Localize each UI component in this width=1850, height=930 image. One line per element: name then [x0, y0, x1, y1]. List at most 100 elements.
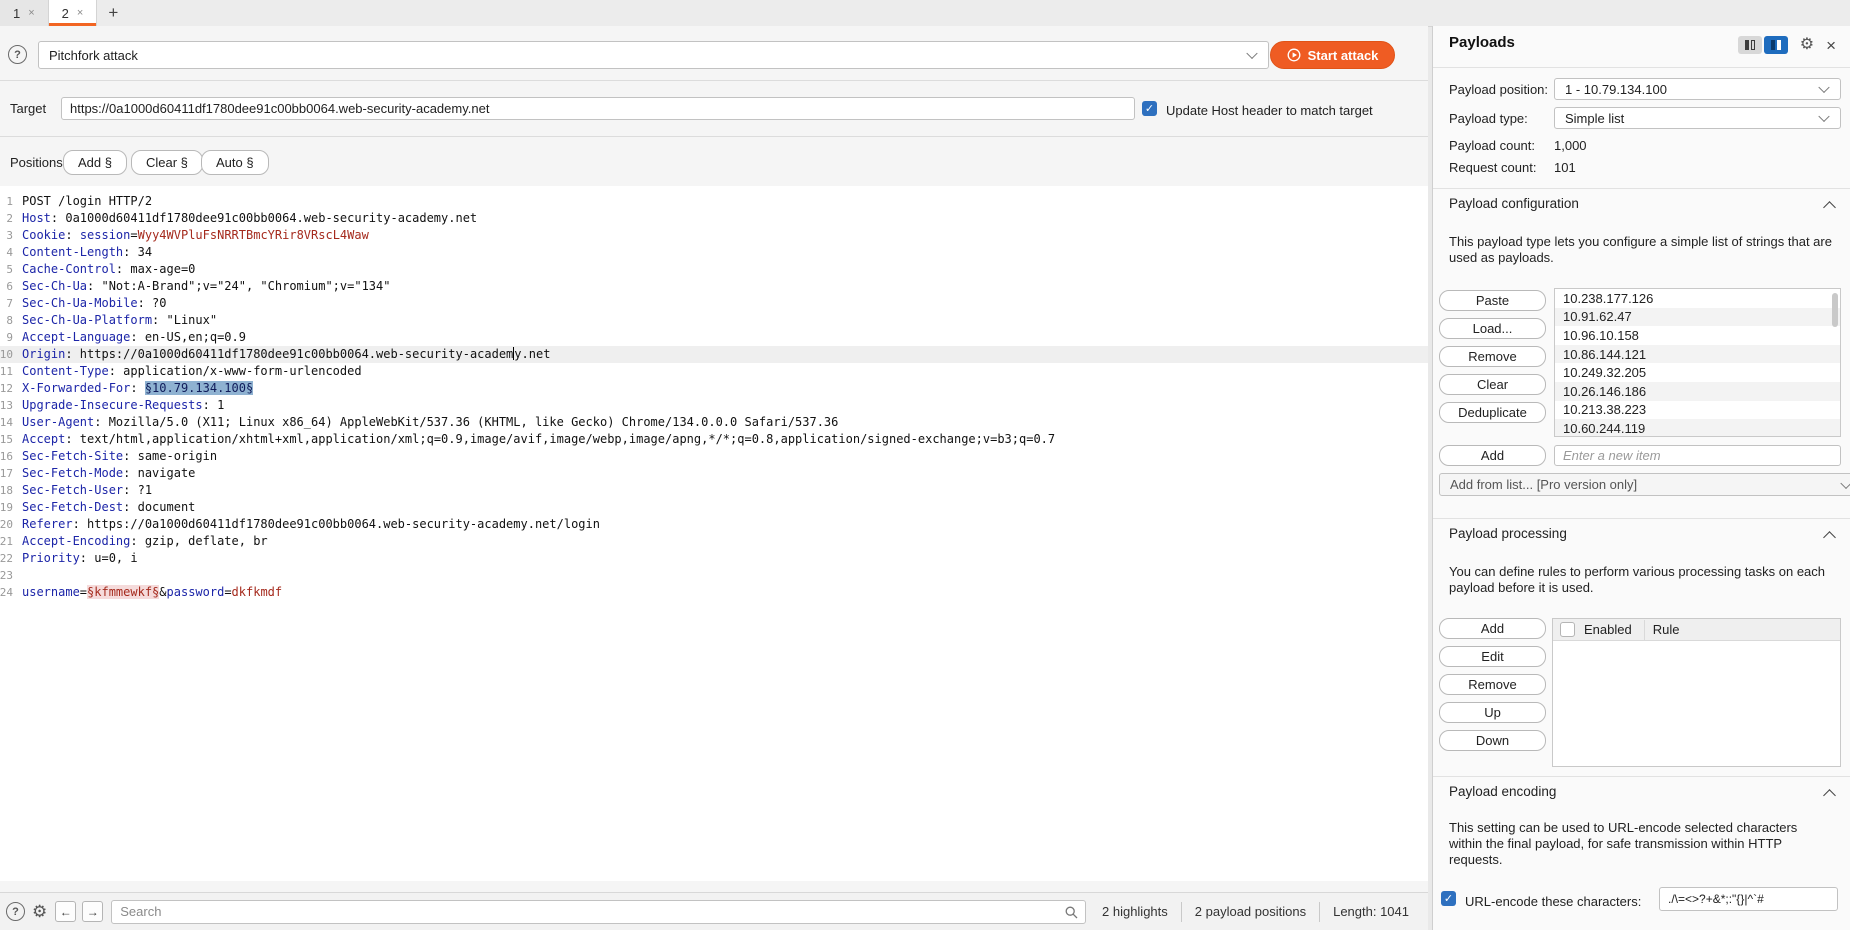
close-icon[interactable]: ×	[1826, 37, 1836, 54]
editor-status-bar: ? ⚙ ← → 2 highlights 2 payload positions	[0, 892, 1428, 930]
request-line-12[interactable]: 12X-Forwarded-For: §10.79.134.100§	[0, 380, 1428, 397]
clear-marker-button[interactable]: Clear §	[131, 150, 203, 175]
request-line-text: Content-Length: 34	[16, 244, 152, 261]
paste-button[interactable]: Paste	[1439, 290, 1546, 311]
request-line-4[interactable]: 4Content-Length: 34	[0, 244, 1428, 261]
request-line-9[interactable]: 9Accept-Language: en-US,en;q=0.9	[0, 329, 1428, 346]
separator	[1319, 902, 1320, 922]
scrollbar-thumb[interactable]	[1832, 293, 1838, 327]
payload-list-item[interactable]: 10.26.146.186	[1555, 382, 1840, 401]
help-icon[interactable]: ?	[8, 45, 27, 64]
payload-list-item[interactable]: 10.91.62.47	[1555, 308, 1840, 327]
processing-up-button[interactable]: Up	[1439, 702, 1546, 723]
line-number: 3	[0, 227, 16, 244]
add-payload-button[interactable]: Add	[1439, 445, 1546, 466]
payload-list-item[interactable]: 10.213.38.223	[1555, 401, 1840, 420]
remove-button[interactable]: Remove	[1439, 346, 1546, 367]
start-attack-button[interactable]: Start attack	[1270, 41, 1395, 69]
layout-right-toggle-icon[interactable]	[1764, 36, 1788, 54]
close-tab-icon[interactable]: ×	[77, 7, 83, 19]
request-line-text: Host: 0a1000d60411df1780dee91c00bb0064.w…	[16, 210, 477, 227]
previous-match-button[interactable]: ←	[55, 901, 76, 922]
request-line-3[interactable]: 3Cookie: session=Wyy4WVPluFsNRRTBmcYRir8…	[0, 227, 1428, 244]
search-settings-gear-icon[interactable]: ⚙	[32, 902, 47, 922]
request-editor[interactable]: 1POST /login HTTP/22Host: 0a1000d60411df…	[0, 186, 1428, 881]
chevron-down-icon	[1818, 111, 1829, 122]
request-line-8[interactable]: 8Sec-Ch-Ua-Platform: "Linux"	[0, 312, 1428, 329]
processing-rules-table: Enabled Rule	[1552, 618, 1841, 767]
auto-marker-button[interactable]: Auto §	[201, 150, 269, 175]
search-input[interactable]	[111, 900, 1086, 924]
request-line-17[interactable]: 17Sec-Fetch-Mode: navigate	[0, 465, 1428, 482]
request-line-text	[16, 567, 22, 584]
gear-icon[interactable]: ⚙	[1800, 37, 1814, 53]
processing-remove-button[interactable]: Remove	[1439, 674, 1546, 695]
request-line-5[interactable]: 5Cache-Control: max-age=0	[0, 261, 1428, 278]
new-tab-button[interactable]: +	[97, 0, 129, 26]
request-line-11[interactable]: 11Content-Type: application/x-www-form-u…	[0, 363, 1428, 380]
payload-position-select[interactable]: 1 - 10.79.134.100	[1554, 78, 1841, 100]
payload-list[interactable]: 10.238.177.12610.91.62.4710.96.10.15810.…	[1554, 288, 1841, 437]
request-line-19[interactable]: 19Sec-Fetch-Dest: document	[0, 499, 1428, 516]
next-match-button[interactable]: →	[82, 901, 103, 922]
add-marker-button[interactable]: Add §	[63, 150, 127, 175]
processing-add-button[interactable]: Add	[1439, 618, 1546, 639]
processing-down-button[interactable]: Down	[1439, 730, 1546, 751]
payload-list-item[interactable]: 10.238.177.126	[1555, 289, 1840, 308]
close-tab-icon[interactable]: ×	[28, 7, 34, 19]
request-line-23[interactable]: 23	[0, 567, 1428, 584]
clear-button[interactable]: Clear	[1439, 374, 1546, 395]
update-host-checkbox[interactable]: ✓	[1142, 101, 1157, 116]
new-payload-input[interactable]	[1554, 445, 1841, 466]
select-all-checkbox[interactable]	[1560, 622, 1575, 637]
request-line-7[interactable]: 7Sec-Ch-Ua-Mobile: ?0	[0, 295, 1428, 312]
payload-list-item[interactable]: 10.60.244.119	[1555, 419, 1840, 437]
request-line-16[interactable]: 16Sec-Fetch-Site: same-origin	[0, 448, 1428, 465]
processing-edit-button[interactable]: Edit	[1439, 646, 1546, 667]
layout-left-toggle-icon[interactable]	[1738, 36, 1762, 54]
request-line-20[interactable]: 20Referer: https://0a1000d60411df1780dee…	[0, 516, 1428, 533]
url-encode-checkbox[interactable]: ✓	[1441, 891, 1456, 906]
url-encode-characters-input[interactable]	[1659, 887, 1838, 911]
payload-configuration-title: Payload configuration	[1449, 196, 1579, 211]
line-number: 17	[0, 465, 16, 482]
line-number: 9	[0, 329, 16, 346]
request-line-21[interactable]: 21Accept-Encoding: gzip, deflate, br	[0, 533, 1428, 550]
request-line-2[interactable]: 2Host: 0a1000d60411df1780dee91c00bb0064.…	[0, 210, 1428, 227]
request-line-10[interactable]: 10Origin: https://0a1000d60411df1780dee9…	[0, 346, 1428, 363]
request-line-13[interactable]: 13Upgrade-Insecure-Requests: 1	[0, 397, 1428, 414]
add-from-list-select[interactable]: Add from list... [Pro version only]	[1439, 473, 1850, 496]
request-line-text: Sec-Ch-Ua-Mobile: ?0	[16, 295, 167, 312]
load-button[interactable]: Load...	[1439, 318, 1546, 339]
request-line-14[interactable]: 14User-Agent: Mozilla/5.0 (X11; Linux x8…	[0, 414, 1428, 431]
line-number: 14	[0, 414, 16, 431]
request-line-text: Cookie: session=Wyy4WVPluFsNRRTBmcYRir8V…	[16, 227, 369, 244]
panel-title: Payloads	[1449, 34, 1515, 51]
tab-1[interactable]: 1 ×	[0, 0, 49, 26]
collapse-chevron-icon[interactable]	[1825, 788, 1834, 803]
search-help-icon[interactable]: ?	[6, 902, 25, 921]
request-line-6[interactable]: 6Sec-Ch-Ua: "Not:A-Brand";v="24", "Chrom…	[0, 278, 1428, 295]
tab-2[interactable]: 2 ×	[49, 0, 98, 26]
payload-type-select[interactable]: Simple list	[1554, 107, 1841, 129]
attack-type-select[interactable]: Pitchfork attack	[38, 41, 1269, 69]
deduplicate-button[interactable]: Deduplicate	[1439, 402, 1546, 423]
payload-list-item[interactable]: 10.86.144.121	[1555, 345, 1840, 364]
request-line-18[interactable]: 18Sec-Fetch-User: ?1	[0, 482, 1428, 499]
request-line-text: Sec-Fetch-Mode: navigate	[16, 465, 195, 482]
line-number: 18	[0, 482, 16, 499]
payload-list-item[interactable]: 10.96.10.158	[1555, 326, 1840, 345]
target-input[interactable]	[61, 97, 1135, 120]
payload-list-item[interactable]: 10.249.32.205	[1555, 363, 1840, 382]
request-line-24[interactable]: 24username=§kfmmewkf§&password=dkfkmdf	[0, 584, 1428, 601]
forward-arrow-icon: →	[87, 905, 99, 919]
collapse-chevron-icon[interactable]	[1825, 530, 1834, 545]
tab-1-label: 1	[13, 6, 20, 21]
request-line-text: Accept: text/html,application/xhtml+xml,…	[16, 431, 1055, 448]
line-number: 10	[0, 346, 16, 363]
request-line-22[interactable]: 22Priority: u=0, i	[0, 550, 1428, 567]
request-line-15[interactable]: 15Accept: text/html,application/xhtml+xm…	[0, 431, 1428, 448]
request-line-text: Origin: https://0a1000d60411df1780dee91c…	[16, 346, 550, 363]
collapse-chevron-icon[interactable]	[1825, 200, 1834, 215]
request-line-1[interactable]: 1POST /login HTTP/2	[0, 193, 1428, 210]
